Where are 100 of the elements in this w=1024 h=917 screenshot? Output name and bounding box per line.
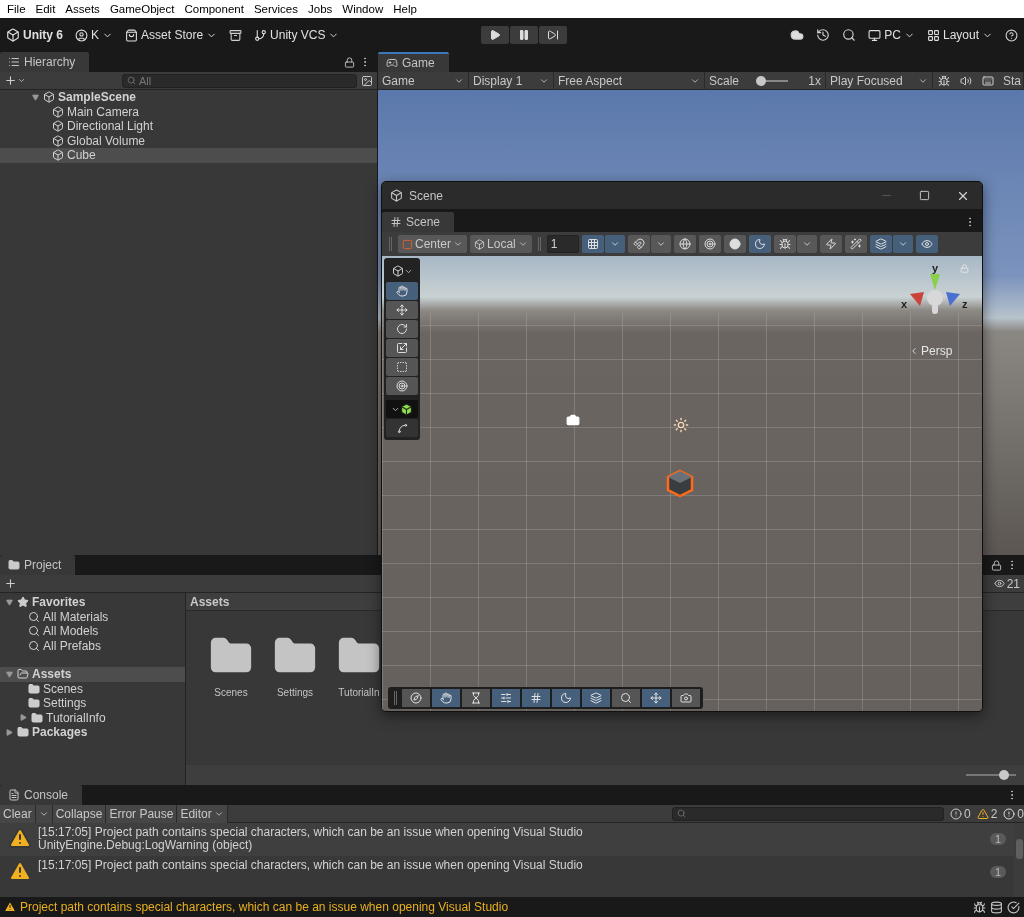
projection-toggle[interactable]: Persp bbox=[909, 344, 953, 358]
vcs-button[interactable]: Unity VCS bbox=[254, 28, 340, 42]
overlay-button[interactable] bbox=[462, 689, 490, 707]
scene-toggle[interactable] bbox=[698, 235, 721, 253]
project-item[interactable]: TutorialInfo bbox=[0, 710, 185, 725]
add-button[interactable] bbox=[4, 577, 17, 590]
aspect-dropdown[interactable]: Free Aspect bbox=[554, 71, 705, 90]
menu-item[interactable]: Edit bbox=[30, 3, 61, 15]
hierarchy-item[interactable]: Directional Light bbox=[0, 119, 377, 134]
folder-label[interactable]: Settings bbox=[276, 687, 314, 698]
overlay-button[interactable] bbox=[582, 689, 610, 707]
add-button[interactable] bbox=[4, 74, 26, 87]
tool-button[interactable] bbox=[386, 339, 418, 357]
spline-tool-button[interactable] bbox=[386, 419, 418, 437]
tool-button[interactable] bbox=[386, 358, 418, 376]
project-item[interactable]: Assets bbox=[0, 667, 185, 682]
maximize-button[interactable] bbox=[919, 190, 930, 201]
log-count[interactable]: 0 bbox=[1003, 806, 1024, 821]
axis-gizmo-drawing[interactable] bbox=[910, 274, 960, 314]
hidden-count[interactable]: 21 bbox=[993, 576, 1020, 591]
log-entry[interactable]: [15:17:05] Project path contains special characters, which can be an issue when opening Visual Studio UnityEngine.Debug:LogWarning (object) 1 bbox=[0, 823, 1014, 856]
archive-button[interactable] bbox=[229, 28, 243, 42]
overlay-button[interactable] bbox=[672, 689, 700, 707]
search-button[interactable] bbox=[842, 28, 857, 42]
menu-item[interactable]: Assets bbox=[60, 3, 105, 15]
overlay-button[interactable] bbox=[402, 689, 430, 707]
scrollbar[interactable] bbox=[1014, 823, 1024, 897]
scene-toggle[interactable] bbox=[627, 235, 650, 253]
menu-item[interactable]: Window bbox=[337, 3, 389, 15]
project-item[interactable]: All Models bbox=[0, 624, 185, 639]
project-item[interactable]: All Materials bbox=[0, 609, 185, 624]
scene-toggle[interactable] bbox=[723, 235, 746, 253]
tool-button[interactable] bbox=[386, 377, 418, 395]
game-tab[interactable]: Game bbox=[378, 52, 449, 72]
project-item[interactable]: Favorites bbox=[0, 595, 185, 610]
pause-button[interactable] bbox=[510, 26, 539, 44]
tool-button[interactable] bbox=[386, 282, 418, 300]
stats-button[interactable]: Sta bbox=[999, 71, 1024, 90]
menu-item[interactable]: Component bbox=[179, 3, 249, 15]
menu-item[interactable]: GameObject bbox=[104, 3, 180, 15]
console-tab[interactable]: Console bbox=[0, 785, 83, 805]
search-field[interactable] bbox=[671, 806, 944, 821]
overlay-button[interactable] bbox=[522, 689, 550, 707]
overlay-button[interactable] bbox=[552, 689, 580, 707]
store-button[interactable]: Asset Store bbox=[125, 28, 218, 42]
menu-item[interactable]: Help bbox=[388, 3, 422, 15]
scene-toggle[interactable] bbox=[819, 235, 842, 253]
overlay-button[interactable] bbox=[432, 689, 460, 707]
display-dropdown[interactable]: Display 1 bbox=[469, 71, 554, 90]
project-item[interactable]: Scenes bbox=[0, 681, 185, 696]
folder-label[interactable]: TutorialIn bbox=[338, 687, 380, 698]
overlay-button[interactable] bbox=[612, 689, 640, 707]
scene-toggle[interactable] bbox=[581, 235, 604, 253]
scene-toggle[interactable] bbox=[869, 235, 892, 253]
log-count[interactable]: 2 bbox=[976, 806, 998, 821]
overlay-button[interactable] bbox=[642, 689, 670, 707]
menu-item[interactable]: Jobs bbox=[303, 3, 338, 15]
step-button[interactable] bbox=[539, 26, 568, 44]
play-button[interactable] bbox=[481, 26, 510, 44]
scene-toggle[interactable] bbox=[915, 235, 938, 253]
component-tool-button[interactable] bbox=[386, 400, 418, 418]
product-button[interactable]: Unity 6 bbox=[6, 28, 63, 42]
project-item[interactable]: All Prefabs bbox=[0, 638, 185, 653]
scene-toggle[interactable] bbox=[844, 235, 867, 253]
menu-item[interactable]: Services bbox=[248, 3, 303, 15]
cloud-button[interactable] bbox=[790, 28, 805, 42]
hierarchy-item[interactable]: Cube bbox=[0, 148, 377, 163]
menu-item[interactable]: File bbox=[2, 3, 31, 15]
hierarchy-item[interactable]: SampleScene bbox=[0, 90, 377, 105]
account-button[interactable]: K bbox=[75, 28, 114, 42]
help-button[interactable] bbox=[1005, 28, 1018, 42]
project-item[interactable]: Packages bbox=[0, 725, 185, 740]
collapsed-arrow-icon[interactable] bbox=[4, 727, 14, 738]
hierarchy-item[interactable]: Main Camera bbox=[0, 104, 377, 119]
overlay-button[interactable] bbox=[492, 689, 520, 707]
scale-slider-thumb[interactable] bbox=[756, 75, 767, 86]
size-slider-thumb[interactable] bbox=[998, 770, 1009, 780]
grid-size-field[interactable]: 1 bbox=[546, 235, 579, 253]
folder-label[interactable]: Scenes bbox=[214, 687, 248, 698]
scene-toggle[interactable] bbox=[773, 235, 796, 253]
project-item[interactable]: Settings bbox=[0, 696, 185, 711]
scale-control[interactable]: Scale 1x bbox=[705, 71, 826, 90]
history-button[interactable] bbox=[816, 28, 831, 42]
project-tab[interactable]: Project bbox=[0, 555, 76, 575]
expanded-arrow-icon[interactable] bbox=[30, 92, 40, 103]
tool-button[interactable] bbox=[386, 301, 418, 319]
hierarchy-tab[interactable]: Hierarchy bbox=[0, 52, 90, 72]
scene-toggle[interactable] bbox=[748, 235, 771, 253]
play-mode-dropdown[interactable]: Play Focused bbox=[826, 71, 933, 90]
tool-button[interactable] bbox=[386, 320, 418, 338]
space-dropdown[interactable]: Local bbox=[470, 235, 532, 253]
expanded-arrow-icon[interactable] bbox=[4, 669, 14, 680]
scene-tab[interactable]: Scene bbox=[382, 212, 455, 232]
expanded-arrow-icon[interactable] bbox=[4, 597, 14, 608]
pivot-dropdown[interactable]: Center bbox=[398, 235, 468, 253]
collapsed-arrow-icon[interactable] bbox=[18, 712, 28, 723]
view-dropdown[interactable]: Game bbox=[378, 71, 469, 90]
scene-toggle[interactable] bbox=[673, 235, 696, 253]
hierarchy-item[interactable]: Global Volume bbox=[0, 133, 377, 148]
platform-button[interactable]: PC bbox=[868, 28, 915, 42]
